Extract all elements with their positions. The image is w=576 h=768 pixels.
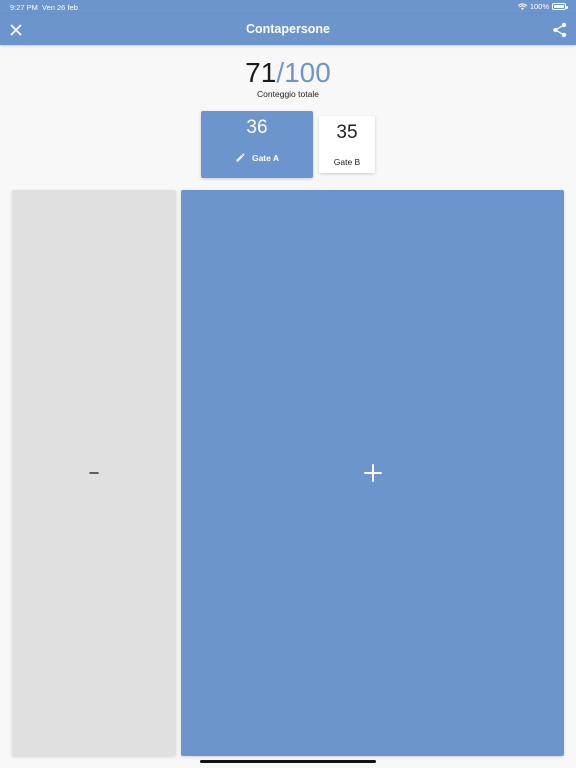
battery-icon <box>552 3 568 10</box>
pencil-icon[interactable] <box>235 152 246 163</box>
gate-card-b[interactable]: 35 Gate B <box>319 116 375 173</box>
home-indicator <box>200 760 376 763</box>
gate-a-name-row: Gate A <box>201 152 313 163</box>
app-bar: Contapersone <box>0 14 576 45</box>
total-max: 100 <box>284 57 331 88</box>
increment-button[interactable] <box>181 190 564 756</box>
gate-b-count: 35 <box>336 122 358 143</box>
wifi-icon <box>517 2 527 10</box>
plus-icon <box>363 464 382 482</box>
gate-a-name: Gate A <box>251 152 280 163</box>
status-date: Ven 26 feb <box>42 3 78 12</box>
total-label: Conteggio totale <box>257 89 319 99</box>
gate-card-a[interactable]: 36 Gate A <box>201 111 313 178</box>
total-separator: / <box>276 57 285 88</box>
share-icon <box>553 22 567 38</box>
status-bar: 9:27 PM Ven 26 feb 100% <box>0 0 576 14</box>
status-time: 9:27 PM <box>10 3 38 12</box>
share-button[interactable] <box>551 21 569 39</box>
minus-icon <box>89 472 99 474</box>
decrement-button[interactable] <box>12 190 176 756</box>
page-title: Contapersone <box>245 22 331 36</box>
gate-b-name: Gate B <box>333 157 361 167</box>
total-current: 71 <box>245 57 277 88</box>
battery-percent: 100% <box>529 2 549 11</box>
total-count: 71/100 <box>0 57 576 89</box>
status-right: 100% <box>517 2 568 11</box>
gate-a-count: 36 <box>246 117 268 138</box>
